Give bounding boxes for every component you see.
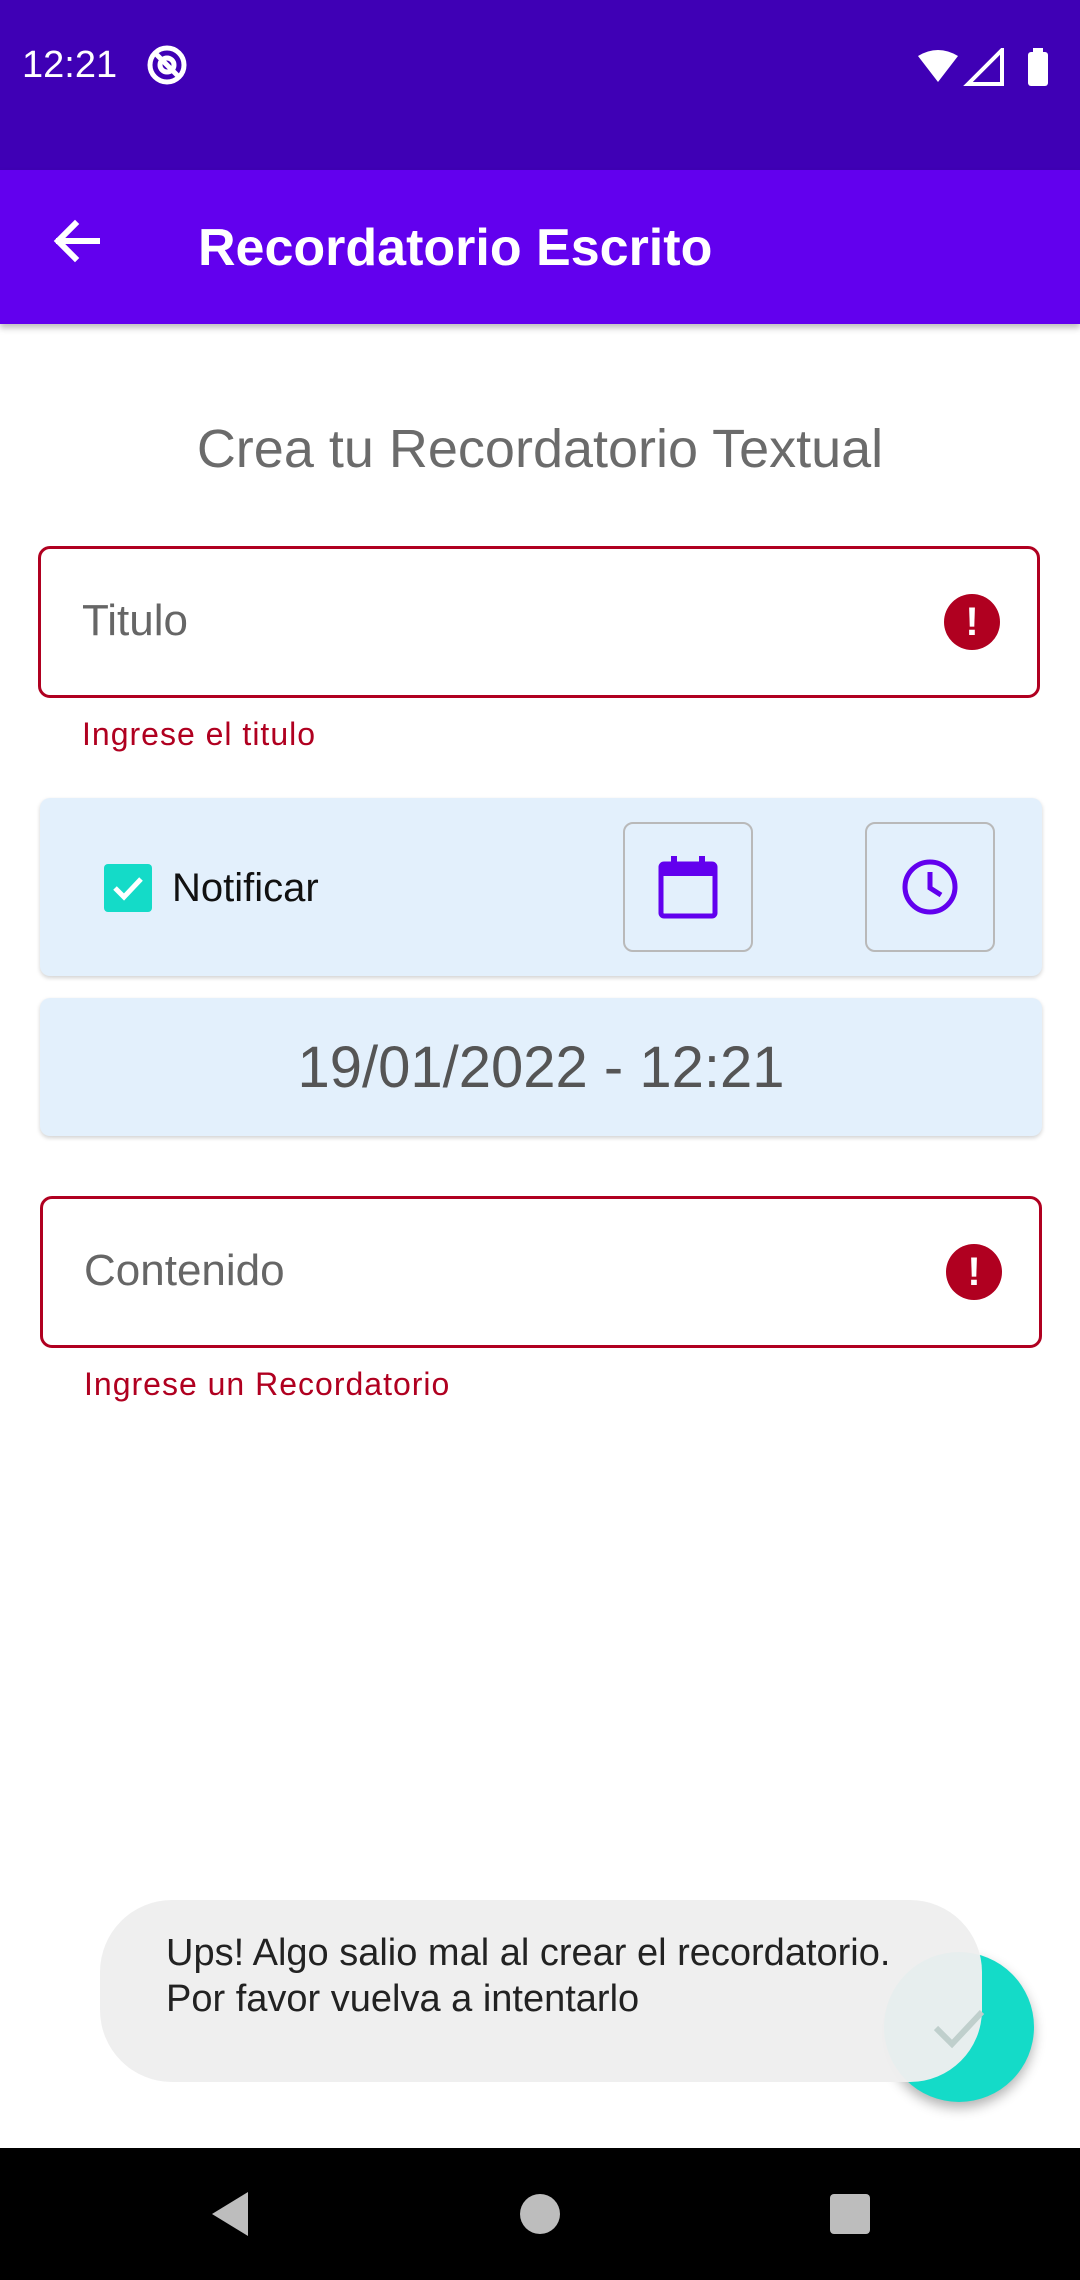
toast-line-1: Ups! Algo salio mal al crear el recordat… [166,1932,891,1974]
notify-checkbox[interactable] [104,864,152,912]
nav-recents-button[interactable] [818,2182,882,2246]
status-icons [918,45,1058,88]
square-recents-icon [830,2194,870,2234]
error-icon: ! [946,1244,1002,1300]
calendar-icon [658,856,718,919]
page-heading: Crea tu Recordatorio Textual [196,419,884,479]
triangle-back-icon [212,2192,248,2236]
title-error-text: Ingrese el titulo [82,716,317,752]
at-sign-icon [146,44,188,86]
back-button[interactable] [40,205,112,277]
date-picker-button[interactable] [623,822,753,952]
content-error-text: Ingrese un Recordatorio [84,1366,451,1402]
app-title: Recordatorio Escrito [198,219,713,277]
nav-home-button[interactable] [508,2182,572,2246]
clock-icon [902,859,958,915]
back-arrow-icon [53,219,100,263]
battery-icon [1028,52,1048,86]
signal-icon [963,45,1004,86]
check-icon [113,877,143,901]
error-toast: Ups! Algo salio mal al crear el recordat… [100,1900,982,2082]
circle-home-icon [520,2194,560,2234]
toast-line-2: Por favor vuelva a intentarlo [166,1978,640,2020]
check-icon [933,2009,985,2049]
notify-label[interactable]: Notificar [172,866,319,911]
wifi-icon [918,50,958,82]
datetime-display: 19/01/2022 - 12:21 [40,998,1042,1136]
title-placeholder: Titulo [82,596,188,645]
content-placeholder: Contenido [84,1246,285,1295]
error-icon: ! [944,594,1000,650]
status-time: 12:21 [22,44,118,86]
nav-back-button[interactable] [198,2182,262,2246]
title-field[interactable] [38,546,1040,698]
time-picker-button[interactable] [865,822,995,952]
